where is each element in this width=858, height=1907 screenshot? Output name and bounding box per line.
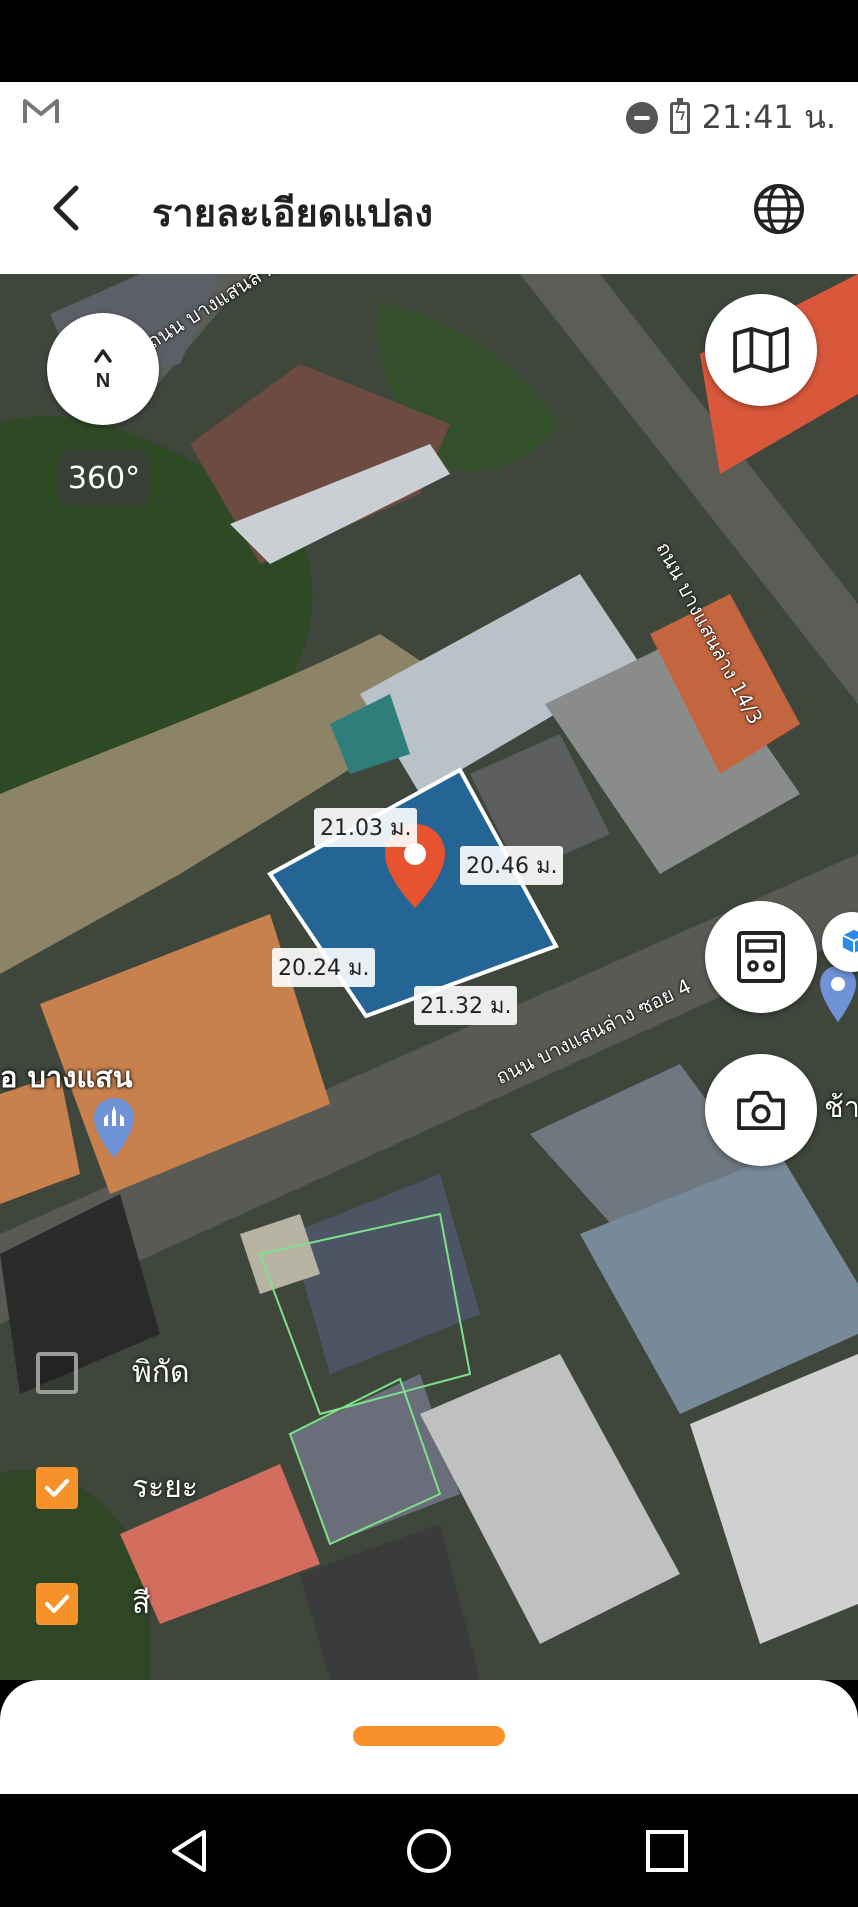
system-navigation-bar <box>0 1794 858 1907</box>
color-label: สี <box>132 1586 151 1621</box>
checkmark-icon <box>45 1478 69 1497</box>
layer-toggle-coordinates[interactable]: พิกัด <box>36 1349 189 1396</box>
do-not-disturb-icon <box>625 101 658 134</box>
layer-toggle-distance[interactable]: ระยะ <box>36 1464 198 1511</box>
back-arrow-icon[interactable] <box>38 178 98 238</box>
nav-home-icon[interactable] <box>402 1824 456 1878</box>
battery-charging-icon <box>669 97 690 134</box>
temple-poi-icon[interactable] <box>92 1096 136 1160</box>
map-type-button[interactable] <box>705 294 817 406</box>
cube-icon <box>842 929 858 954</box>
bottom-sheet[interactable] <box>0 1680 858 1794</box>
calculator-icon <box>737 931 785 983</box>
nav-back-icon[interactable] <box>164 1824 218 1878</box>
dimension-right-label: 20.46 ม. <box>460 846 564 885</box>
satellite-map[interactable]: 21.03 ม. 20.46 ม. 20.24 ม. 21.32 ม. ถนน … <box>0 274 858 1680</box>
map-icon <box>733 326 789 374</box>
compass-button[interactable]: N <box>47 313 159 425</box>
coordinates-checkbox[interactable] <box>36 1351 78 1394</box>
poi-label-bangsaen: อ บางแสน <box>0 1060 133 1094</box>
distance-label: ระยะ <box>132 1470 198 1505</box>
poi-pin-icon[interactable] <box>818 964 858 1024</box>
compass-north-icon: N <box>94 349 112 392</box>
bottom-sheet-handle[interactable] <box>353 1726 505 1746</box>
checkmark-icon <box>45 1594 69 1613</box>
app-header: รายละเอียดแปลง <box>0 144 858 274</box>
camera-button[interactable] <box>705 1054 817 1166</box>
layer-toggle-color[interactable]: สี <box>36 1580 150 1627</box>
status-bar: 21:41 น. <box>0 82 858 144</box>
status-time: 21:41 น. <box>701 98 836 136</box>
poi-label-right: ช้าส <box>824 1090 858 1124</box>
dimension-bottom-label: 21.32 ม. <box>414 986 518 1025</box>
distance-checkbox[interactable] <box>36 1466 78 1509</box>
dimension-left-label: 20.24 ม. <box>272 948 376 987</box>
camera-icon <box>737 1090 785 1131</box>
globe-icon[interactable] <box>752 182 806 236</box>
compass-n-label: N <box>96 370 110 392</box>
nav-recents-icon[interactable] <box>640 1824 694 1878</box>
page-title: รายละเอียดแปลง <box>152 191 433 235</box>
coordinates-label: พิกัด <box>132 1355 190 1390</box>
dimension-top-label: 21.03 ม. <box>314 808 418 847</box>
street-view-360-button[interactable]: 360° <box>58 450 150 506</box>
color-checkbox[interactable] <box>36 1582 78 1625</box>
gmail-icon <box>23 99 59 123</box>
calculator-button[interactable] <box>705 901 817 1013</box>
